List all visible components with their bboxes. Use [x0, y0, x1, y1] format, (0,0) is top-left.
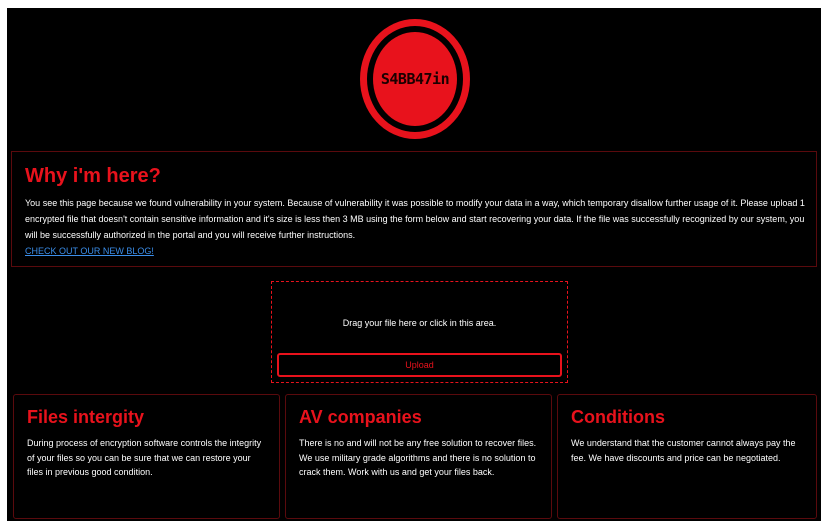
upload-button[interactable]: Upload — [277, 353, 562, 377]
why-body: You see this page because we found vulne… — [25, 198, 805, 240]
file-drop-zone[interactable]: Drag your file here or click in this are… — [271, 281, 568, 383]
card-title: Files intergity — [27, 407, 145, 427]
blog-link[interactable]: CHECK OUT OUR NEW BLOG! — [25, 246, 154, 256]
card-conditions: Conditions We understand that the custom… — [557, 394, 817, 519]
logo: S4BB47in — [360, 19, 470, 139]
card-files-integrity: Files intergity During process of encryp… — [13, 394, 280, 519]
drop-zone-text: Drag your file here or click in this are… — [342, 318, 497, 328]
card-av-companies: AV companies There is no and will not be… — [285, 394, 552, 519]
card-text: During process of encryption software co… — [27, 438, 262, 477]
page: S4BB47in Why i'm here? You see this page… — [7, 8, 821, 521]
card-text: There is no and will not be any free sol… — [299, 438, 537, 477]
logo-inner-circle: S4BB47in — [373, 32, 457, 126]
card-text: We understand that the customer cannot a… — [571, 438, 796, 463]
logo-text: S4BB47in — [380, 70, 450, 88]
why-section: Why i'm here? You see this page because … — [11, 151, 817, 267]
card-title: AV companies — [299, 407, 422, 427]
why-title: Why i'm here? — [25, 165, 161, 187]
card-title: Conditions — [571, 407, 665, 427]
